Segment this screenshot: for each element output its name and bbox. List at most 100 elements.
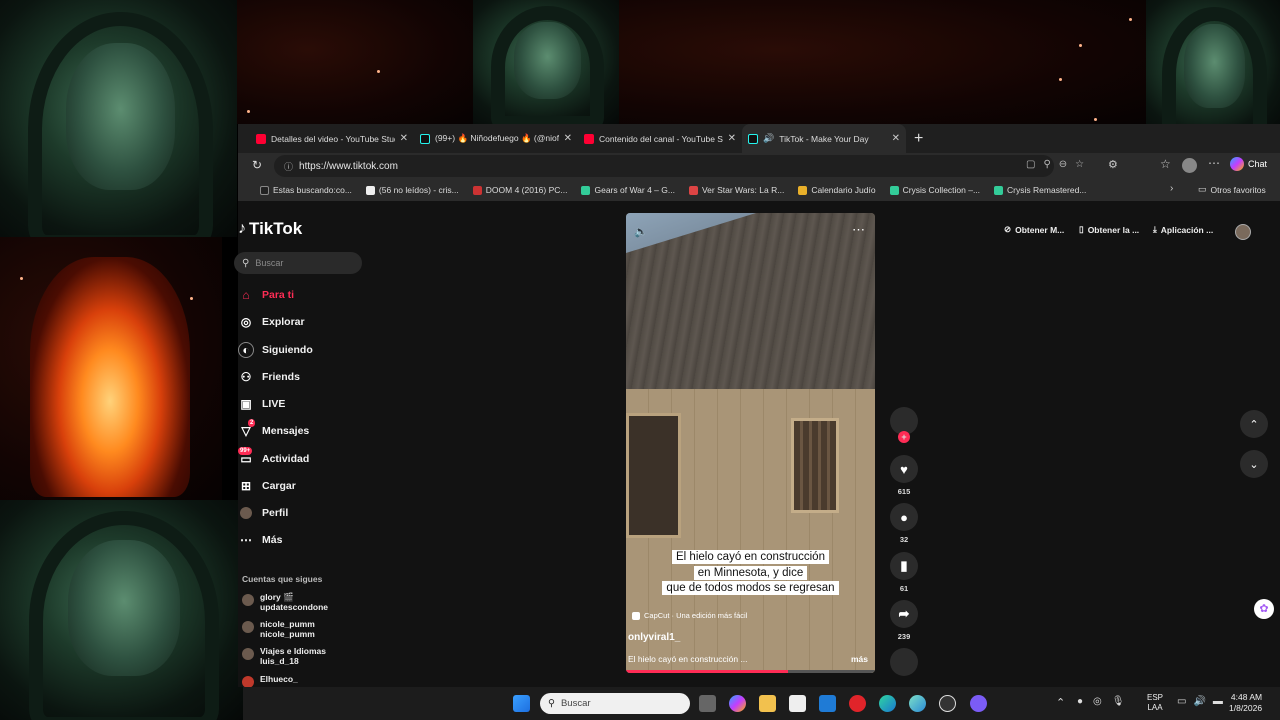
button-label: Obtener M... (1015, 224, 1065, 235)
chevron-up-icon[interactable]: ⌃ (1056, 696, 1065, 709)
bookmark-item[interactable]: DOOM 4 (2016) PC... (472, 185, 567, 195)
follow-plus-icon[interactable]: + (898, 431, 910, 443)
browser-tab[interactable]: Contenido del canal - YouTube Studio ✕ (578, 124, 742, 153)
address-bar: ↻ ⓘ https://www.tiktok.com ▢⚲⊖☆ ⚙ ☆ ⋯ Ch… (238, 153, 1280, 179)
following-account[interactable]: Viajes e Idiomas luis_d_18 (242, 646, 326, 666)
bookmark-item[interactable]: Estas buscando:co... (260, 185, 352, 195)
nav-item-explorar[interactable]: ◎ Explorar (238, 314, 305, 330)
site-info-icon[interactable]: ⓘ (284, 160, 293, 173)
edge-beta-icon[interactable] (909, 695, 926, 712)
nav-item-mensajes[interactable]: ▽ 2 Mensajes (238, 419, 309, 439)
close-icon[interactable]: ✕ (564, 133, 572, 144)
browser-tab-active[interactable]: 🔊 TikTok - Make Your Day ✕ (742, 124, 906, 153)
music-disc[interactable] (888, 648, 920, 680)
nav-item-para-ti[interactable]: ⌂ Para ti (238, 287, 294, 303)
floating-widget-icon[interactable]: ✿ (1254, 599, 1274, 619)
desktop-app-button[interactable]: ⤓ Aplicación ... (1153, 224, 1213, 235)
save-button[interactable]: ▮ 61 (888, 552, 920, 593)
tiktok-note-icon: ♪ (238, 220, 246, 237)
following-account[interactable]: glory 🎬 updatescondone (242, 592, 328, 612)
clock[interactable]: 4:48 AM 1/8/2026 (1229, 692, 1262, 714)
nav-label: Para ti (262, 289, 295, 301)
language-indicator[interactable]: ESP LAA (1147, 693, 1163, 713)
edge-icon[interactable] (879, 695, 896, 712)
chatgpt-icon[interactable] (939, 695, 956, 712)
browser-tab[interactable]: (99+) 🔥 Niñodefuego 🔥 (@niofuego) ✕ (414, 124, 578, 153)
more-link[interactable]: más (851, 654, 868, 664)
video-progress-fill (626, 670, 788, 673)
video-progress-track[interactable] (626, 670, 875, 673)
video-player[interactable]: 🔈 ⋯ El hielo cayó en construcción en Min… (626, 213, 875, 673)
avatar[interactable] (1182, 158, 1197, 173)
refresh-icon[interactable]: ↻ (252, 158, 262, 172)
nav-item-perfil[interactable]: Perfil (238, 505, 288, 521)
get-coins-button[interactable]: ⊘ Obtener M... (1004, 224, 1064, 235)
get-app-button[interactable]: ▯ Obtener la ... (1079, 224, 1139, 235)
system-tray-icons[interactable]: ▭🔊▬ (1177, 696, 1230, 707)
bookmark-label: (56 no leídos) - cris... (378, 185, 459, 195)
account-handle: updatescondone (260, 602, 329, 612)
close-icon[interactable]: ✕ (892, 133, 900, 144)
activity-icon: ▭ 99+ (238, 447, 253, 466)
home-icon: ⌂ (242, 288, 250, 302)
nav-item-live[interactable]: ▣ LIVE (238, 396, 285, 412)
nav-item-friends[interactable]: ⚇ Friends (238, 369, 300, 385)
more-icon: ⋯ (240, 533, 252, 547)
search-icon: ⚲ (548, 698, 555, 709)
share-button[interactable]: ➦ 239 (888, 600, 920, 641)
search-input[interactable]: ⚲ Buscar (234, 252, 362, 274)
opera-icon[interactable] (849, 695, 866, 712)
nav-item-siguiendo[interactable]: ◐ Siguiendo (238, 342, 313, 358)
bookmarks-bar: Estas buscando:co... (56 no leídos) - cr… (238, 179, 1280, 201)
capcut-label: CapCut · Una edición más fácil (644, 611, 748, 620)
video-author[interactable]: onlyviral1_ (628, 632, 680, 643)
nav-item-actividad[interactable]: ▭ 99+ Actividad (238, 447, 309, 467)
toolbar-icons[interactable]: ▢⚲⊖☆ (1026, 159, 1092, 170)
sidebar: ♪ TikTok ⚲ Buscar ⌂ Para ti ◎ Explorar ◐ Si… (234, 201, 378, 688)
account-handle: luis_d_18 (260, 656, 299, 666)
next-video-button[interactable]: ⌄ (1240, 450, 1268, 478)
bookmark-item[interactable]: Ver Star Wars: La R... (688, 185, 784, 195)
comment-button[interactable]: ● 32 (888, 503, 920, 544)
close-icon[interactable]: ✕ (728, 133, 736, 144)
bookmark-item[interactable]: Gears of War 4 – G... (581, 185, 675, 195)
avatar[interactable] (1235, 224, 1251, 240)
following-account[interactable]: Elhueco_ (242, 674, 298, 688)
nav-item-cargar[interactable]: ⊞ Cargar (238, 478, 296, 494)
copilot-chat-button[interactable]: Chat (1230, 157, 1267, 171)
url-field[interactable]: ⓘ https://www.tiktok.com (274, 155, 1054, 177)
menu-icon[interactable]: ⋯ (1208, 156, 1220, 170)
favorites-icon[interactable]: ☆ (1160, 157, 1171, 171)
browser-tab[interactable]: Detalles del video - YouTube Studio ✕ (250, 124, 414, 153)
nav-item-mas[interactable]: ⋯ Más (238, 532, 282, 548)
taskbar-search[interactable]: ⚲ Buscar (540, 693, 690, 714)
task-view-icon[interactable] (699, 695, 716, 712)
app-icon[interactable] (970, 695, 987, 712)
extensions-icon[interactable]: ⚙ (1108, 158, 1118, 171)
previous-video-button[interactable]: ⌃ (1240, 410, 1268, 438)
chevron-right-icon[interactable]: › (1170, 183, 1173, 194)
following-account[interactable]: nicole_pumm nicole_pumm (242, 619, 315, 639)
other-favorites[interactable]: ▭ Otros favoritos (1198, 184, 1266, 195)
bookmark-item[interactable]: (56 no leídos) - cris... (365, 185, 459, 195)
nav-label: Friends (262, 371, 300, 383)
more-options-icon[interactable]: ⋯ (852, 222, 865, 238)
creator-avatar[interactable]: + (888, 407, 920, 443)
copilot-icon[interactable] (729, 695, 746, 712)
like-button[interactable]: ♥ 615 (888, 455, 920, 496)
new-tab-icon[interactable]: + (914, 130, 923, 148)
speaker-icon[interactable]: 🔊 (763, 133, 774, 144)
capcut-badge[interactable]: CapCut · Una edición más fácil (632, 611, 747, 620)
background-sparks-top-right (619, 0, 1146, 124)
bookmark-item[interactable]: Crysis Collection –... (889, 185, 980, 195)
mail-icon[interactable] (819, 695, 836, 712)
file-explorer-icon[interactable] (759, 695, 776, 712)
bookmark-item[interactable]: Calendario Judío (798, 185, 876, 195)
tiktok-logo[interactable]: ♪ TikTok (238, 219, 302, 239)
bookmark-item[interactable]: Crysis Remastered... (994, 185, 1086, 195)
store-icon[interactable] (789, 695, 806, 712)
volume-icon[interactable]: 🔈 (634, 225, 648, 238)
close-icon[interactable]: ✕ (400, 133, 408, 144)
windows-start-icon[interactable] (513, 695, 530, 712)
tray-icons[interactable]: ●◎🎙 (1077, 696, 1134, 707)
